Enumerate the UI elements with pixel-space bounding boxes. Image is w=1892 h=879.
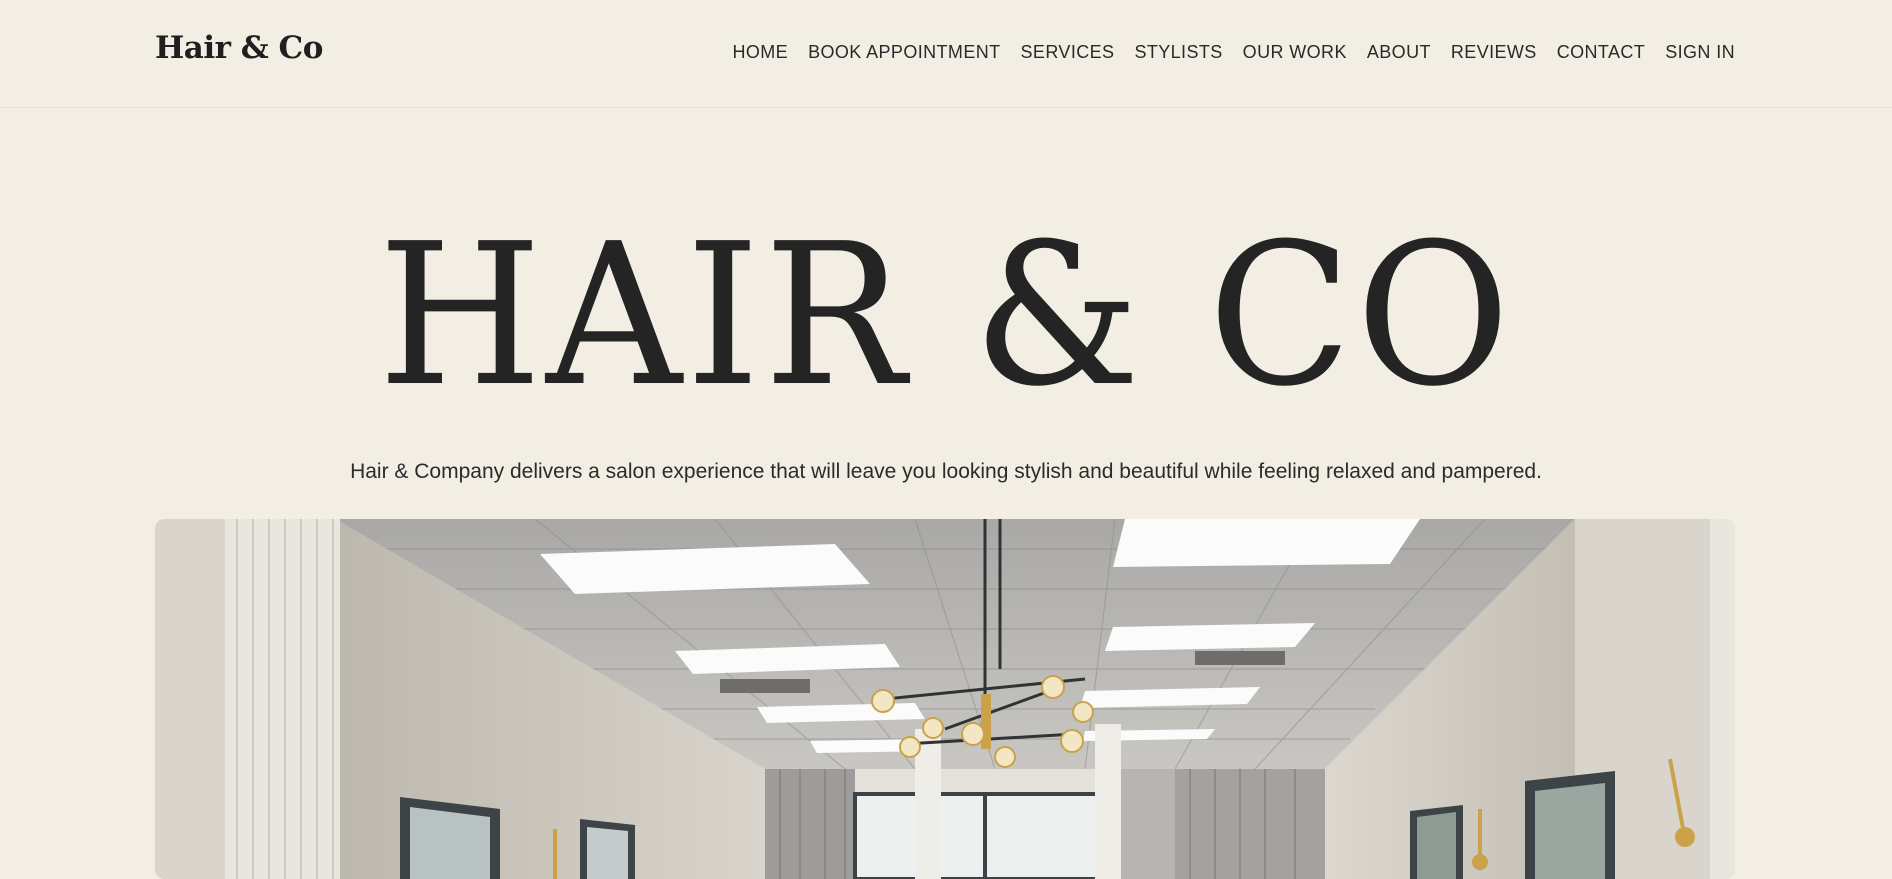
salon-interior-photo (155, 519, 1735, 879)
nav-sign-in[interactable]: SIGN IN (1665, 42, 1735, 63)
brand-logo-link[interactable]: Hair & Co (155, 30, 323, 66)
nav-reviews[interactable]: REVIEWS (1451, 42, 1537, 63)
nav-contact[interactable]: CONTACT (1557, 42, 1645, 63)
nav-book-appointment[interactable]: BOOK APPOINTMENT (808, 42, 1000, 63)
salon-interior-illustration (155, 519, 1735, 879)
site-header: Hair & Co HOME BOOK APPOINTMENT SERVICES… (0, 0, 1892, 108)
hero-tagline: Hair & Company delivers a salon experien… (350, 460, 1542, 483)
nav-our-work[interactable]: OUR WORK (1243, 42, 1347, 63)
nav-services[interactable]: SERVICES (1021, 42, 1115, 63)
nav-stylists[interactable]: STYLISTS (1134, 42, 1222, 63)
main-nav: HOME BOOK APPOINTMENT SERVICES STYLISTS … (732, 42, 1735, 63)
hero-title: HAIR & CO (378, 202, 1514, 430)
nav-about[interactable]: ABOUT (1367, 42, 1431, 63)
nav-home[interactable]: HOME (732, 42, 788, 63)
